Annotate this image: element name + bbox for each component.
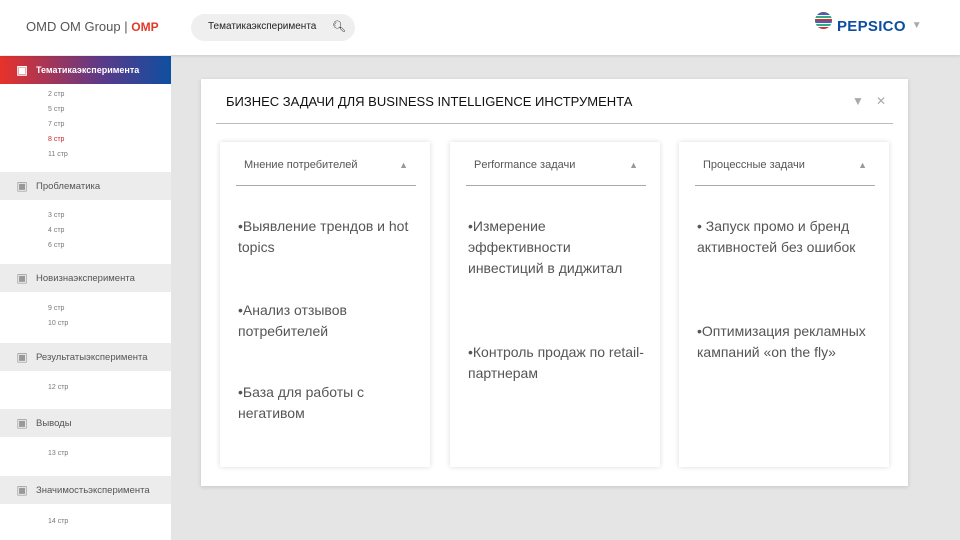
sidebar-section-label: Новизнаэксперимента [36, 272, 135, 284]
chevron-up-icon[interactable]: ▲ [399, 160, 408, 170]
sidebar-section-5[interactable]: ▣ Значимостьэксперимента [0, 476, 171, 504]
brand-name: PEPSICO [837, 18, 906, 35]
sidebar-page-link[interactable]: 11 стр [48, 151, 68, 158]
sidebar-page-link[interactable]: 13 стр [48, 450, 68, 457]
search-icon[interactable]: 🔍︎ [332, 20, 346, 33]
sidebar-section-0[interactable]: ▣ Тематикаэксперимента [0, 56, 171, 84]
sidebar-page-link[interactable]: 14 стр [48, 518, 68, 525]
sidebar-section-label: Проблематика [36, 180, 101, 192]
task-item: •Выявление трендов и hot topics [238, 218, 409, 255]
chevron-up-icon[interactable]: ▲ [629, 160, 638, 170]
sidebar-section-1[interactable]: ▣ Проблематика [0, 172, 171, 200]
task-item: •Контроль продаж по retail-партнерам [468, 344, 644, 381]
task-item: • Запуск промо и бренд активностей без о… [697, 218, 856, 255]
chevron-up-icon[interactable]: ▲ [858, 160, 867, 170]
sidebar-section-label: Выводы [36, 417, 72, 429]
task-column: Performance задачи ▲ •Измерение эффективно… [450, 142, 660, 467]
sidebar-page-link[interactable]: 9 стр [48, 305, 64, 312]
page-title: БИЗНЕС ЗАДАЧИ ДЛЯ BUSINESS INTELLIGENCE … [226, 94, 633, 109]
task-item: •Измерение эффективности инвестиций в ди… [468, 218, 623, 276]
column-header[interactable]: Процессные задачи ▲ [695, 152, 875, 186]
sidebar-section-label: Значимостьэксперимента [36, 484, 150, 496]
column-title: Performance задачи [474, 159, 576, 171]
sidebar-page-link[interactable]: 10 стр [48, 320, 68, 327]
brand-menu[interactable]: PEPSICO ▼ [815, 12, 922, 35]
logo-mark: OMP [131, 20, 159, 34]
envelope-icon: ▣ [16, 350, 28, 364]
sidebar-section-3[interactable]: ▣ Результатыэксперимента [0, 343, 171, 371]
sidebar-page-link[interactable]: 4 стр [48, 227, 64, 234]
task-column: Мнение потребителей ▲ •Выявление трендов и… [220, 142, 430, 467]
sidebar-page-link[interactable]: 8 стр [48, 136, 64, 143]
pepsico-globe-icon [815, 12, 832, 29]
search-input[interactable]: Тематикаэксперимента 🔍︎ [191, 14, 355, 41]
column-header[interactable]: Мнение потребителей ▲ [236, 152, 416, 186]
column-title: Процессные задачи [703, 159, 805, 171]
book-icon: ▣ [16, 63, 28, 77]
sidebar: ▣ Тематикаэксперимента 2 стр 5 стр 7 стр 8 ст… [0, 55, 171, 540]
map-icon: ▣ [16, 416, 28, 430]
task-item: •Анализ отзывов потребителей [238, 302, 347, 339]
task-column: Процессные задачи ▲ • Запуск промо и бренд… [679, 142, 889, 467]
task-item: •База для работы с негативом [238, 384, 365, 421]
column-title: Мнение потребителей [244, 159, 358, 171]
header: OMD OM Group | OMP Тематикаэксперимента 🔍… [0, 0, 960, 55]
content-card: БИЗНЕС ЗАДАЧИ ДЛЯ BUSINESS INTELLIGENCE … [201, 79, 908, 486]
sidebar-page-link[interactable]: 7 стр [48, 121, 64, 128]
sidebar-section-4[interactable]: ▣ Выводы [0, 409, 171, 437]
sidebar-section-label: Результатыэксперимента [36, 351, 148, 363]
task-item: •Оптимизация рекламных кампаний «on the … [697, 323, 866, 360]
chevron-down-icon[interactable]: ▼ [912, 20, 922, 31]
sidebar-page-link[interactable]: 6 стр [48, 242, 64, 249]
trophy-icon: ▣ [16, 483, 28, 497]
sidebar-page-link[interactable]: 2 стр [48, 91, 64, 98]
sidebar-section-label: Тематикаэксперимента [36, 65, 140, 75]
logo[interactable]: OMD OM Group | OMP [26, 19, 159, 34]
sidebar-page-link[interactable]: 12 стр [48, 384, 68, 391]
column-header[interactable]: Performance задачи ▲ [466, 152, 646, 186]
sidebar-section-2[interactable]: ▣ Новизнаэксперимента [0, 264, 171, 292]
search-value: Тематикаэксперимента [208, 21, 317, 32]
sidebar-page-link[interactable]: 3 стр [48, 212, 64, 219]
sparkle-icon: ▣ [16, 271, 28, 285]
divider [216, 123, 893, 124]
chevron-down-icon[interactable]: ▼ [852, 94, 864, 108]
people-idea-icon: ▣ [16, 179, 28, 193]
sidebar-page-link[interactable]: 5 стр [48, 106, 64, 113]
logo-text: OMD OM Group [26, 19, 121, 34]
close-icon[interactable]: ✕ [876, 94, 886, 108]
